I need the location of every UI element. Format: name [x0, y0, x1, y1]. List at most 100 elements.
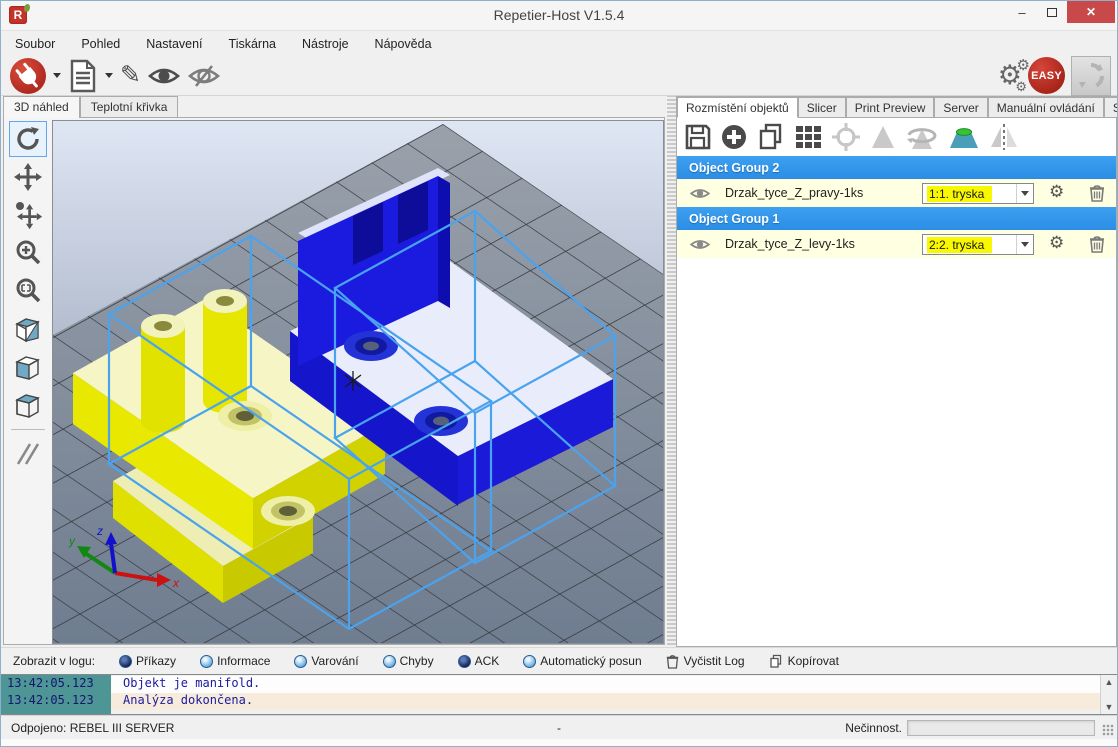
clear-log-button[interactable]: Vyčistit Log	[666, 654, 745, 669]
gear-icon: ⚙	[1017, 58, 1030, 73]
top-view-button[interactable]	[9, 387, 47, 423]
tab-3d-nahled[interactable]: 3D náhled	[3, 96, 80, 118]
extruder-value: 1:1. tryska	[927, 186, 992, 202]
log-time: 13:42:05.123	[1, 676, 111, 693]
toggle-circle-icon	[523, 655, 536, 668]
front-view-button[interactable]	[9, 349, 47, 385]
drop-object-icon[interactable]	[870, 124, 896, 150]
toggle-varovani[interactable]: Varování	[294, 654, 358, 668]
toggle-label: Informace	[217, 654, 270, 668]
combo-dropdown[interactable]	[1016, 184, 1033, 203]
menu-nastaveni[interactable]: Nastavení	[146, 37, 202, 51]
toggle-automaticky-posun[interactable]: Automatický posun	[523, 654, 641, 668]
connect-button[interactable]	[7, 57, 49, 95]
move-object-button[interactable]	[9, 159, 47, 195]
hide-travel-button[interactable]	[184, 57, 224, 95]
close-button[interactable]: ✕	[1067, 1, 1115, 23]
copy-log-button[interactable]: Kopírovat	[769, 654, 839, 669]
main-area: 3D náhled Teplotní křivka	[1, 96, 1117, 647]
parallel-lines-icon	[14, 442, 42, 466]
edit-gcode-button[interactable]: ✎	[117, 57, 144, 95]
object-group-header[interactable]: Object Group 2	[677, 156, 1116, 179]
zoom-button[interactable]	[9, 235, 47, 271]
toggle-prikazy[interactable]: Příkazy	[119, 654, 176, 668]
printer-settings-button[interactable]: ⚙⚙⚙	[998, 62, 1022, 89]
emergency-stop-button[interactable]	[1071, 56, 1111, 96]
menu-nastroje[interactable]: Nástroje	[302, 37, 349, 51]
maximize-button[interactable]	[1037, 1, 1067, 23]
cube-front-icon	[13, 352, 43, 382]
log-message: Objekt je manifold.	[111, 676, 1100, 693]
log-view: 13:42:05.123 Objekt je manifold. 13:42:0…	[1, 674, 1117, 715]
toggle-ack[interactable]: ACK	[458, 654, 500, 668]
extruder-select[interactable]: 2:2. tryska	[922, 234, 1034, 255]
menu-napoveda[interactable]: Nápověda	[375, 37, 432, 51]
visibility-eye-icon[interactable]	[689, 237, 711, 252]
menu-soubor[interactable]: Soubor	[15, 37, 55, 51]
object-group-header[interactable]: Object Group 1	[677, 207, 1116, 230]
mirror-object-icon[interactable]	[989, 123, 1019, 151]
isometric-view-button[interactable]	[9, 311, 47, 347]
activity-status: Nečinnost.	[845, 721, 902, 735]
rotate-icon	[14, 125, 42, 153]
group-title: Object Group 2	[689, 161, 779, 175]
move-viewpoint-icon	[14, 201, 42, 229]
show-filament-button[interactable]	[144, 57, 184, 95]
toggle-label: Automatický posun	[540, 654, 641, 668]
delete-object-icon[interactable]	[1089, 235, 1105, 253]
menu-pohled[interactable]: Pohled	[81, 37, 120, 51]
object-row[interactable]: Drzak_tyce_Z_levy-1ks 2:2. tryska ⚙	[677, 230, 1116, 258]
toggle-circle-icon	[200, 655, 213, 668]
progress-bar	[907, 720, 1095, 736]
eye-icon	[147, 63, 181, 89]
viewport-pane: 3D náhled Teplotní křivka	[1, 96, 667, 647]
fit-view-button[interactable]	[9, 273, 47, 309]
log-scrollbar[interactable]: ▲ ▼	[1100, 675, 1117, 714]
extruder-select[interactable]: 1:1. tryska	[922, 183, 1034, 204]
combo-dropdown[interactable]	[1016, 235, 1033, 254]
parallel-projection-button[interactable]	[9, 436, 47, 472]
save-icon[interactable]	[685, 124, 711, 150]
magnifier-fit-icon	[14, 277, 42, 305]
chevron-down-icon	[1021, 191, 1029, 196]
toggle-chyby[interactable]: Chyby	[383, 654, 434, 668]
tab-rozmisteni-objektu[interactable]: Rozmístění objektů	[677, 97, 798, 118]
object-settings-button[interactable]: ⚙	[1049, 233, 1064, 253]
scroll-up-icon[interactable]: ▲	[1105, 677, 1114, 687]
visibility-eye-icon[interactable]	[689, 186, 711, 201]
load-button[interactable]	[65, 57, 101, 95]
axis-label-y: y	[68, 534, 76, 548]
load-dropdown-caret[interactable]	[105, 73, 113, 78]
object-settings-button[interactable]: ⚙	[1049, 182, 1064, 202]
object-name: Drzak_tyce_Z_pravy-1ks	[725, 186, 863, 200]
autorotate-icon[interactable]	[905, 123, 939, 151]
object-row[interactable]: Drzak_tyce_Z_pravy-1ks 1:1. tryska ⚙	[677, 179, 1116, 207]
toggle-circle-icon	[458, 655, 471, 668]
add-object-icon[interactable]	[720, 123, 748, 151]
copy-object-icon[interactable]	[757, 123, 785, 151]
object-name: Drzak_tyce_Z_levy-1ks	[725, 237, 855, 251]
3d-canvas[interactable]: x y z	[52, 120, 664, 644]
menu-tiskarna[interactable]: Tiskárna	[229, 37, 276, 51]
tab-sd-karta[interactable]: SD karta	[1104, 97, 1118, 118]
easy-mode-button[interactable]: EASY	[1028, 57, 1065, 94]
resize-grip[interactable]	[1102, 724, 1114, 736]
move-viewpoint-button[interactable]	[9, 197, 47, 233]
tab-slicer[interactable]: Slicer	[798, 97, 846, 118]
scroll-down-icon[interactable]: ▼	[1105, 702, 1114, 712]
cut-object-icon[interactable]	[948, 124, 980, 150]
toggle-informace[interactable]: Informace	[200, 654, 270, 668]
toggle-label: Chyby	[400, 654, 434, 668]
center-object-icon[interactable]	[831, 122, 861, 152]
tab-print-preview[interactable]: Print Preview	[846, 97, 935, 118]
tab-server[interactable]: Server	[934, 97, 987, 118]
minimize-button[interactable]: –	[1007, 1, 1037, 23]
circular-arrows-icon	[1076, 61, 1106, 91]
tab-teplotni-krivka[interactable]: Teplotní křivka	[80, 96, 179, 117]
panel-splitter[interactable]	[667, 96, 676, 647]
tab-manualni-ovladani[interactable]: Manuální ovládání	[988, 97, 1104, 118]
connect-dropdown-caret[interactable]	[53, 73, 61, 78]
rotate-view-button[interactable]	[9, 121, 47, 157]
autoposition-icon[interactable]	[794, 123, 822, 151]
delete-object-icon[interactable]	[1089, 184, 1105, 202]
